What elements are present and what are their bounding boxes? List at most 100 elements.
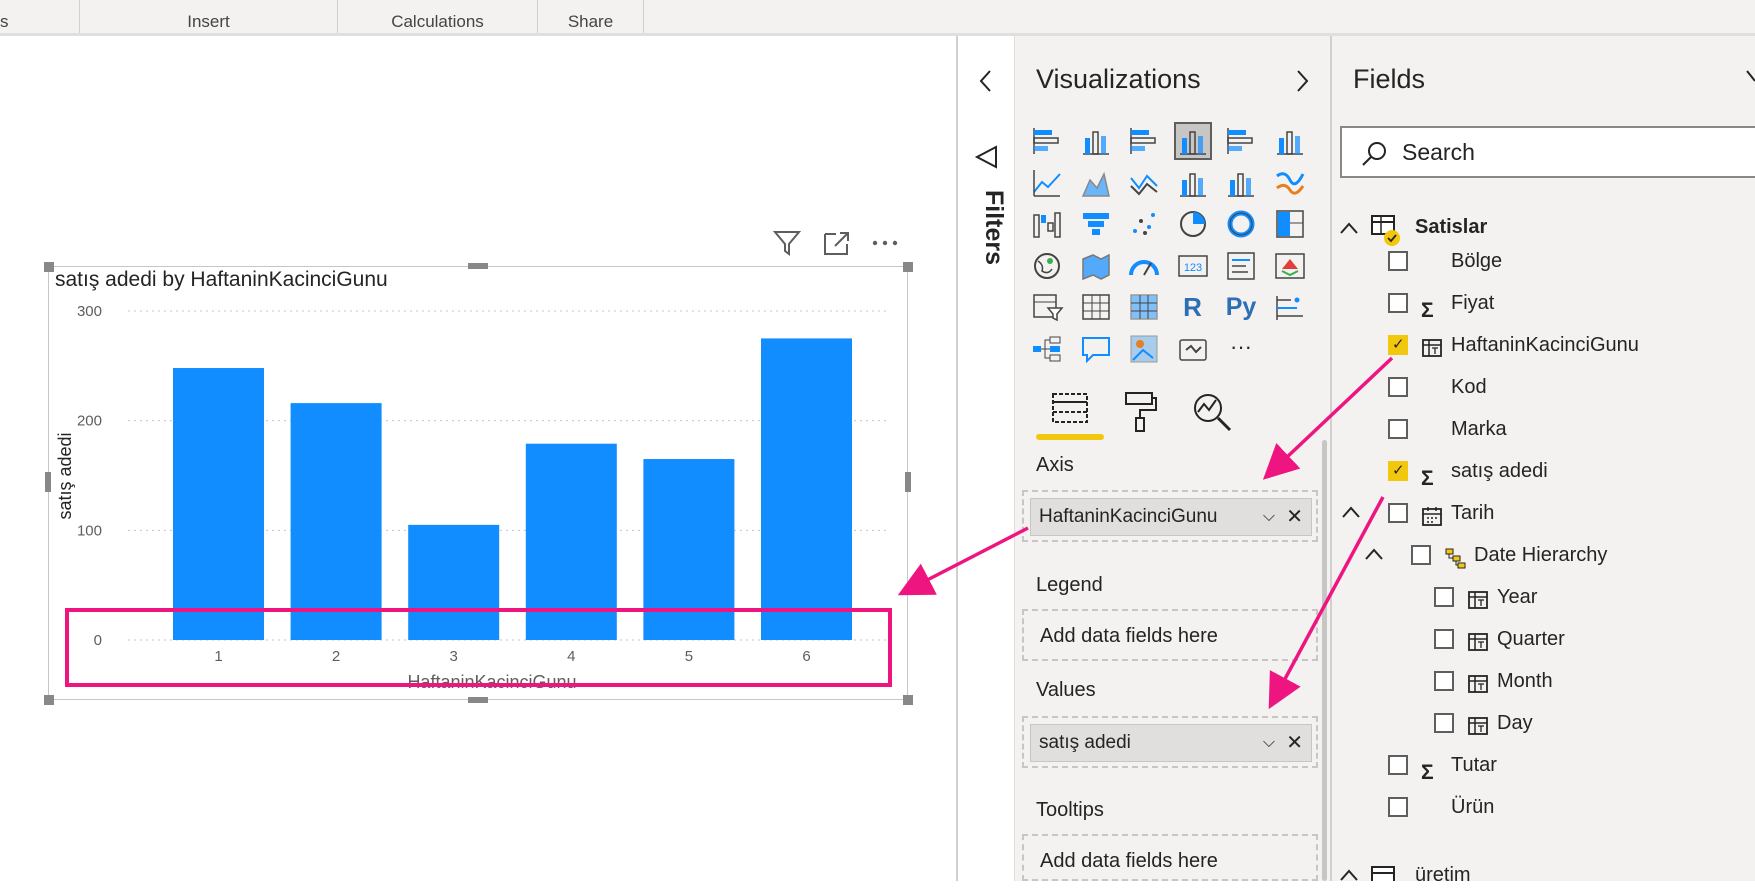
line-chart-icon[interactable] xyxy=(1030,166,1064,200)
chevron-left-icon[interactable] xyxy=(976,66,996,96)
field-item[interactable]: HaftaninKacinciGunu xyxy=(1335,325,1750,365)
field-checkbox[interactable] xyxy=(1388,293,1408,313)
field-item[interactable]: Marka xyxy=(1335,409,1750,449)
expand-chevron-icon[interactable] xyxy=(1363,545,1385,565)
chevron-down-icon[interactable]: ⌵ xyxy=(1263,725,1275,761)
field-checkbox[interactable] xyxy=(1434,587,1454,607)
collapse-chevron-icon[interactable] xyxy=(1338,866,1360,881)
table-name-uretim[interactable]: üretim xyxy=(1415,860,1471,890)
close-icon[interactable]: ✕ xyxy=(1286,725,1303,761)
stacked-bar-chart-icon[interactable] xyxy=(1030,124,1064,158)
axis-well[interactable]: HaftaninKacinciGunu ⌵ ✕ xyxy=(1022,490,1318,542)
axis-field-chip[interactable]: HaftaninKacinciGunu ⌵ ✕ xyxy=(1030,498,1312,536)
python-visual-icon[interactable]: Py xyxy=(1224,290,1258,324)
clustered-bar-chart-icon[interactable] xyxy=(1127,124,1161,158)
more-visuals-icon[interactable]: ··· xyxy=(1224,332,1258,366)
ribbon-tab-partial[interactable]: s xyxy=(0,0,80,33)
multi-row-card-icon[interactable] xyxy=(1224,249,1258,283)
field-checkbox[interactable] xyxy=(1411,545,1431,565)
ribbon-tab-share[interactable]: Share xyxy=(538,0,644,33)
field-item[interactable]: Month xyxy=(1335,661,1750,701)
tooltips-well[interactable]: Add data fields here xyxy=(1022,834,1318,881)
viz-pane-scrollbar[interactable] xyxy=(1322,440,1327,881)
field-checkbox[interactable] xyxy=(1388,419,1408,439)
kpi-icon[interactable] xyxy=(1273,249,1307,283)
card-icon[interactable]: 123 xyxy=(1176,249,1210,283)
key-influencers-icon[interactable] xyxy=(1273,290,1307,324)
format-paint-roller-icon[interactable] xyxy=(1120,390,1160,434)
qa-icon[interactable] xyxy=(1079,332,1113,366)
field-checkbox[interactable] xyxy=(1388,377,1408,397)
collapse-chevron-icon[interactable] xyxy=(1338,218,1360,240)
fields-search-input[interactable]: Search xyxy=(1340,126,1755,178)
close-icon[interactable]: ✕ xyxy=(1286,499,1303,535)
field-item[interactable]: Date Hierarchy xyxy=(1335,535,1750,575)
table-name-satislar[interactable]: Satislar xyxy=(1415,212,1487,242)
field-checkbox[interactable] xyxy=(1388,755,1408,775)
scatter-chart-icon[interactable] xyxy=(1127,207,1161,241)
stacked-column-chart-icon[interactable] xyxy=(1079,124,1113,158)
treemap-icon[interactable] xyxy=(1273,207,1307,241)
field-item[interactable]: Σ Fiyat xyxy=(1335,283,1750,323)
line-and-clustered-column-icon[interactable] xyxy=(1224,166,1258,200)
clustered-column-chart-icon[interactable] xyxy=(1173,122,1212,160)
field-item[interactable]: Quarter xyxy=(1335,619,1750,659)
bar-1[interactable] xyxy=(173,368,264,640)
field-item[interactable]: Bölge xyxy=(1335,241,1750,281)
table-icon[interactable] xyxy=(1079,290,1113,324)
filters-label[interactable]: Filters xyxy=(968,190,1008,280)
focus-mode-icon[interactable] xyxy=(822,228,852,258)
area-chart-icon[interactable] xyxy=(1079,166,1113,200)
chevron-right-icon[interactable] xyxy=(1292,66,1312,96)
chevron-down-icon[interactable]: ⌵ xyxy=(1263,499,1275,535)
stacked-area-chart-icon[interactable] xyxy=(1127,166,1161,200)
map-icon[interactable] xyxy=(1030,249,1064,283)
filter-icon[interactable] xyxy=(772,228,802,258)
field-checkbox[interactable] xyxy=(1388,325,1408,365)
analytics-magnifier-icon[interactable] xyxy=(1190,390,1234,434)
line-and-column-chart-icon[interactable] xyxy=(1176,166,1210,200)
ribbon-chart-icon[interactable] xyxy=(1273,166,1307,200)
y-tick-label: 300 xyxy=(77,303,102,320)
bar-2[interactable] xyxy=(290,403,382,640)
decomposition-tree-icon[interactable] xyxy=(1030,332,1064,366)
gauge-icon[interactable] xyxy=(1127,249,1161,283)
pie-chart-icon[interactable] xyxy=(1176,207,1210,241)
100-percent-column-chart-icon[interactable] xyxy=(1273,124,1307,158)
ribbon-tab-insert[interactable]: Insert xyxy=(80,0,338,33)
field-checkbox[interactable] xyxy=(1388,451,1408,491)
power-apps-icon[interactable] xyxy=(1176,332,1210,366)
matrix-icon[interactable] xyxy=(1127,290,1161,324)
arcgis-icon[interactable] xyxy=(1127,332,1161,366)
r-visual-icon[interactable]: R xyxy=(1176,290,1210,324)
field-checkbox[interactable] xyxy=(1388,251,1408,271)
more-options-icon[interactable] xyxy=(870,228,900,258)
donut-chart-icon[interactable] xyxy=(1224,207,1258,241)
expand-chevron-icon[interactable] xyxy=(1340,503,1362,523)
bar-6[interactable] xyxy=(761,338,852,640)
field-checkbox[interactable] xyxy=(1434,713,1454,733)
100-percent-bar-chart-icon[interactable] xyxy=(1224,124,1258,158)
field-checkbox[interactable] xyxy=(1388,797,1408,817)
fields-build-icon[interactable] xyxy=(1050,390,1090,430)
field-item[interactable]: Day xyxy=(1335,703,1750,743)
funnel-icon[interactable] xyxy=(1079,207,1113,241)
field-checkbox[interactable] xyxy=(1388,503,1408,523)
values-field-chip[interactable]: satış adedi ⌵ ✕ xyxy=(1030,724,1312,762)
field-item[interactable]: Σsatış adedi xyxy=(1335,451,1750,491)
legend-well[interactable]: Add data fields here xyxy=(1022,609,1318,661)
values-well[interactable]: satış adedi ⌵ ✕ xyxy=(1022,716,1318,768)
field-item[interactable]: Year xyxy=(1335,577,1750,617)
filled-map-icon[interactable] xyxy=(1079,249,1113,283)
field-item[interactable]: Tarih xyxy=(1335,493,1750,533)
filters-pane-collapsed[interactable] xyxy=(956,36,1014,881)
waterfall-chart-icon[interactable] xyxy=(1030,207,1064,241)
ribbon-tab-calculations[interactable]: Calculations xyxy=(338,0,538,33)
field-item[interactable]: Σ Tutar xyxy=(1335,745,1750,785)
field-item[interactable]: Kod xyxy=(1335,367,1750,407)
field-item[interactable]: Ürün xyxy=(1335,787,1750,827)
chevron-right-icon[interactable] xyxy=(1745,66,1755,96)
slicer-icon[interactable] xyxy=(1030,290,1064,324)
field-checkbox[interactable] xyxy=(1434,671,1454,691)
field-checkbox[interactable] xyxy=(1434,629,1454,649)
